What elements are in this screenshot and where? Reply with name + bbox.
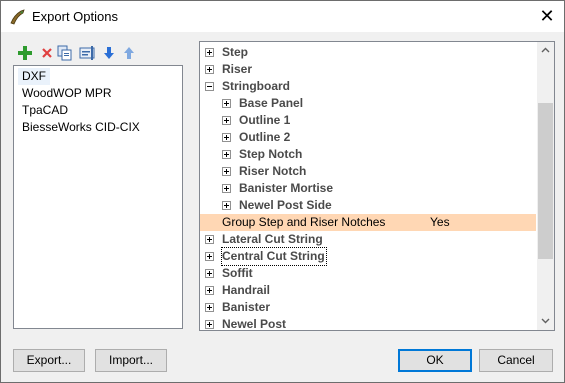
format-list[interactable]: DXF WoodWOP MPR TpaCAD BiesseWorks CID-C… — [13, 65, 183, 329]
tree-label: Lateral Cut String — [222, 232, 323, 246]
tree-row-riser-notch[interactable]: Riser Notch — [200, 163, 536, 180]
expand-icon[interactable] — [205, 48, 214, 57]
tree-row-lateral-cut-string[interactable]: Lateral Cut String — [200, 231, 536, 248]
tree-label: Riser Notch — [239, 164, 307, 178]
tree-label: Handrail — [222, 283, 271, 297]
app-icon — [10, 9, 25, 25]
expand-icon[interactable] — [205, 65, 214, 74]
tree-label: Riser — [222, 62, 253, 76]
import-button[interactable]: Import... — [95, 349, 167, 372]
tree-row-newel-post-side[interactable]: Newel Post Side — [200, 197, 536, 214]
tree-row-outline-2[interactable]: Outline 2 — [200, 129, 536, 146]
tree-row-banister-mortise[interactable]: Banister Mortise — [200, 180, 536, 197]
close-icon: ✕ — [539, 6, 555, 26]
tree-row-riser[interactable]: Riser — [200, 61, 536, 78]
tree-label: Step Notch — [239, 147, 303, 161]
list-item-biesseworks-cid-cix[interactable]: BiesseWorks CID-CIX — [20, 119, 142, 136]
tree-label: Step — [222, 45, 249, 59]
expand-icon[interactable] — [222, 133, 231, 142]
tree-label: Stringboard — [222, 79, 290, 93]
window-title: Export Options — [32, 9, 118, 24]
tree-row-step-notch[interactable]: Step Notch — [200, 146, 536, 163]
tree-label: Banister Mortise — [239, 181, 334, 195]
scroll-up-arrow[interactable] — [537, 42, 554, 59]
title-bar: Export Options ✕ — [1, 1, 564, 32]
tree-row-step[interactable]: Step — [200, 44, 536, 61]
ok-button[interactable]: OK — [398, 349, 472, 372]
tree-row-newel-post[interactable]: Newel Post — [200, 316, 536, 331]
tree-row-banister[interactable]: Banister — [200, 299, 536, 316]
scroll-thumb[interactable] — [538, 103, 553, 259]
expand-icon[interactable] — [222, 116, 231, 125]
expand-icon[interactable] — [205, 235, 214, 244]
add-icon[interactable] — [17, 45, 33, 61]
delete-icon[interactable] — [39, 45, 55, 61]
tree-label: Outline 2 — [239, 130, 291, 144]
property-name: Group Step and Riser Notches — [222, 215, 386, 229]
tree-row-group-step-and-riser-notches[interactable]: Group Step and Riser Notches Yes — [200, 214, 536, 231]
tree-label: Base Panel — [239, 96, 304, 110]
options-tree[interactable]: Step Riser Stringboard Base Panel Outlin… — [199, 41, 555, 331]
expand-icon[interactable] — [205, 286, 214, 295]
tree-row-stringboard[interactable]: Stringboard — [200, 78, 536, 95]
expand-icon[interactable] — [205, 252, 214, 261]
list-item-woodwop-mpr[interactable]: WoodWOP MPR — [20, 85, 114, 102]
expand-icon[interactable] — [205, 303, 214, 312]
export-button[interactable]: Export... — [13, 349, 85, 372]
property-value[interactable]: Yes — [430, 214, 450, 231]
tree-row-outline-1[interactable]: Outline 1 — [200, 112, 536, 129]
cancel-button[interactable]: Cancel — [479, 349, 553, 372]
chevron-up-icon — [541, 47, 550, 53]
tree-row-base-panel[interactable]: Base Panel — [200, 95, 536, 112]
expand-icon[interactable] — [222, 99, 231, 108]
collapse-icon[interactable] — [205, 82, 214, 91]
vertical-scrollbar[interactable] — [537, 42, 554, 330]
expand-icon[interactable] — [222, 201, 231, 210]
tree-label: Outline 1 — [239, 113, 291, 127]
move-up-icon[interactable] — [121, 45, 137, 61]
expand-icon[interactable] — [222, 184, 231, 193]
properties-icon[interactable] — [79, 45, 95, 61]
export-options-dialog: Export Options ✕ DXF WoodWOP MPR TpaCAD … — [0, 0, 565, 383]
expand-icon[interactable] — [222, 150, 231, 159]
list-item-dxf[interactable]: DXF — [18, 68, 50, 85]
tree-label: Newel Post Side — [239, 198, 332, 212]
tree-label: Newel Post — [222, 317, 287, 331]
scroll-down-arrow[interactable] — [537, 313, 554, 330]
tree-row-handrail[interactable]: Handrail — [200, 282, 536, 299]
tree-label: Banister — [222, 300, 271, 314]
copy-icon[interactable] — [57, 45, 73, 61]
close-button[interactable]: ✕ — [530, 1, 564, 32]
list-item-tpacad[interactable]: TpaCAD — [20, 102, 70, 119]
expand-icon[interactable] — [205, 320, 214, 329]
tree-row-central-cut-string[interactable]: Central Cut String — [200, 247, 536, 266]
expand-icon[interactable] — [205, 269, 214, 278]
tree-label: Central Cut String — [221, 247, 327, 266]
tree-label: Soffit — [222, 266, 253, 280]
chevron-down-icon — [541, 318, 550, 324]
expand-icon[interactable] — [222, 167, 231, 176]
move-down-icon[interactable] — [101, 45, 117, 61]
tree-row-soffit[interactable]: Soffit — [200, 265, 536, 282]
